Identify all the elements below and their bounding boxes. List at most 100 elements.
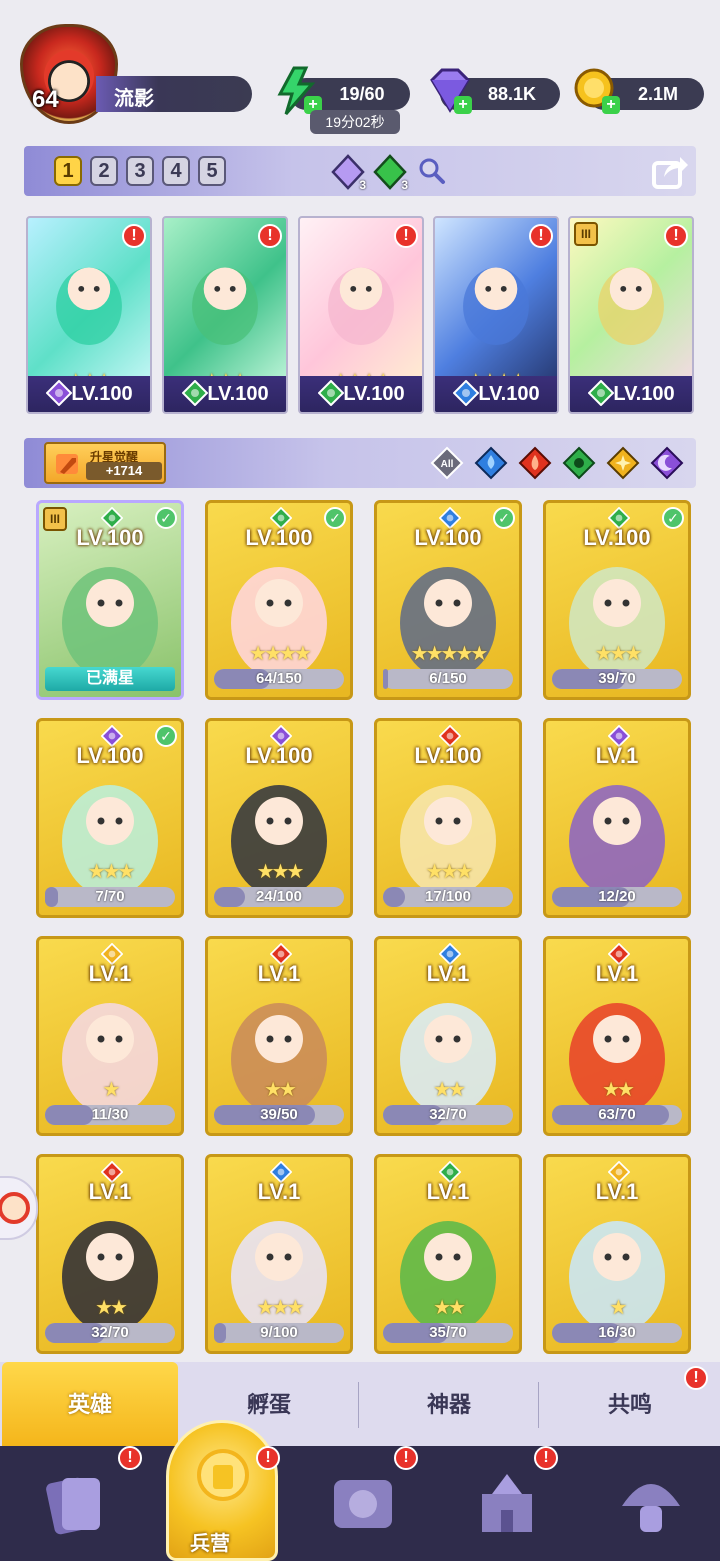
filter-water-icon[interactable] <box>474 446 508 480</box>
fragment-count: 32/70 <box>91 1324 129 1341</box>
hero-card[interactable]: ✓ LV.100 ★★★★★ 6/150 <box>374 500 522 700</box>
tab-heroes[interactable]: 英雄 <box>2 1362 178 1448</box>
hero-stars: ★★★ <box>594 643 643 665</box>
lineup-hero-card[interactable]: ! ★★★ LV.100 <box>162 216 288 414</box>
blue-element-icon <box>452 379 480 407</box>
energy-timer: 19分02秒 <box>310 110 400 134</box>
filter-light-icon[interactable] <box>606 446 640 480</box>
hero-alert-badge: ! <box>664 224 688 248</box>
hero-alert-badge: ! <box>122 224 146 248</box>
hero-alert-badge: ! <box>258 224 282 248</box>
hero-card[interactable]: ✓ LV.100 ★★★ 39/70 <box>543 500 691 700</box>
fragment-progress: 63/70 <box>552 1105 682 1125</box>
hero-card[interactable]: LV.100 ★★★ 24/100 <box>205 718 353 918</box>
sword-icon <box>56 454 78 474</box>
filter-nature-icon[interactable] <box>562 446 596 480</box>
hero-level: LV.1 <box>257 961 301 986</box>
team-bar: 1 2 3 4 5 3 3 <box>24 146 696 196</box>
team-tab-5[interactable]: 5 <box>198 156 226 186</box>
fragment-count: 63/70 <box>598 1106 636 1123</box>
hero-level: LV.1 <box>426 961 470 986</box>
fragment-progress: 35/70 <box>383 1323 513 1343</box>
hero-level: LV.1 <box>595 961 639 986</box>
hero-stars: ★★ <box>433 1079 466 1101</box>
team-tab-4[interactable]: 4 <box>162 156 190 186</box>
green-gem-slot[interactable]: 3 <box>372 154 408 192</box>
hero-card[interactable]: LV.100 ★★★ 17/100 <box>374 718 522 918</box>
hero-card[interactable]: LV.1 ★ 11/30 <box>36 936 184 1136</box>
fragment-count: 6/150 <box>429 670 467 687</box>
hero-card[interactable]: LV.1 ★★ 39/50 <box>205 936 353 1136</box>
nav-quests[interactable]: ! <box>288 1446 432 1561</box>
hero-card[interactable]: ✓ III LV.100 已满星 <box>36 500 184 700</box>
awaken-count: +1714 <box>86 462 162 480</box>
fragment-count: 24/100 <box>256 888 302 905</box>
filter-all-label: All <box>441 459 454 470</box>
side-helper-avatar[interactable] <box>0 1176 38 1240</box>
fragment-progress: 9/100 <box>214 1323 344 1343</box>
gold-counter[interactable]: + 2.1M <box>574 68 704 114</box>
hero-portrait <box>62 567 158 679</box>
filter-fire-icon[interactable] <box>518 446 552 480</box>
fragment-count: 9/100 <box>260 1324 298 1341</box>
helper-face-icon <box>0 1192 30 1224</box>
add-gold-icon[interactable]: + <box>602 96 620 114</box>
player-level: 64 <box>32 86 59 113</box>
add-gems-icon[interactable]: + <box>454 96 472 114</box>
gem-counter[interactable]: + 88.1K <box>430 68 560 114</box>
castle-icon <box>482 1474 532 1532</box>
hero-level: LV.100 <box>76 525 144 550</box>
hero-level: LV.1 <box>595 743 639 768</box>
lineup-hero-card[interactable]: III ! LV.100 <box>568 216 694 414</box>
lineup-hero-card[interactable]: ! ★★★ LV.100 <box>26 216 152 414</box>
awaken-button[interactable]: 升星觉醒 +1714 <box>44 442 166 484</box>
hero-card[interactable]: LV.1 ★★★ 9/100 <box>205 1154 353 1354</box>
fragment-count: 39/50 <box>260 1106 298 1123</box>
player-name-plate: 流影 <box>96 76 252 112</box>
gold-value: 2.1M <box>637 83 679 104</box>
lineup-hero-card[interactable]: ! ★★★★ LV.100 <box>298 216 424 414</box>
fragment-progress: 24/100 <box>214 887 344 907</box>
nav-mushroom[interactable] <box>576 1446 720 1561</box>
hero-stars: ★★ <box>602 1079 635 1101</box>
hero-stars: ★★★ <box>256 861 305 883</box>
hero-card[interactable]: LV.1 ★★ 63/70 <box>543 936 691 1136</box>
hero-card[interactable]: LV.1 ★★ 32/70 <box>36 1154 184 1354</box>
zoom-icon[interactable] <box>416 155 446 185</box>
fragment-count: 12/20 <box>598 888 636 905</box>
hero-stars: ★★ <box>433 1297 466 1319</box>
team-tab-2[interactable]: 2 <box>90 156 118 186</box>
filter-all-icon[interactable]: All <box>430 446 464 480</box>
energy-value: 19/60 <box>339 83 385 104</box>
nav-cards[interactable]: ! <box>0 1446 144 1561</box>
hero-card[interactable]: LV.1 ★ 16/30 <box>543 1154 691 1354</box>
hero-card[interactable]: ✓ LV.100 ★★★★ 64/150 <box>205 500 353 700</box>
share-icon[interactable] <box>650 151 690 191</box>
fragment-count: 7/70 <box>95 888 125 905</box>
hero-card[interactable]: LV.1 ★★ 35/70 <box>374 1154 522 1354</box>
castle-alert-badge: ! <box>534 1446 558 1470</box>
purple-gem-count: 3 <box>359 178 366 192</box>
hero-card[interactable]: ✓ LV.100 ★★★ 7/70 <box>36 718 184 918</box>
bottom-nav: ! ! ! <box>0 1446 720 1561</box>
fragment-count: 16/30 <box>598 1324 636 1341</box>
fragment-count: 35/70 <box>429 1324 467 1341</box>
purple-gem-slot[interactable]: 3 <box>330 154 366 192</box>
fragment-count: 11/30 <box>91 1106 129 1123</box>
fragment-progress-fill <box>383 887 406 907</box>
fragment-count: 32/70 <box>429 1106 467 1123</box>
lineup-hero-card[interactable]: ! ★★★★ LV.100 <box>433 216 559 414</box>
team-tab-3[interactable]: 3 <box>126 156 154 186</box>
hero-card[interactable]: LV.1 12/20 <box>543 718 691 918</box>
team-tab-1[interactable]: 1 <box>54 156 82 186</box>
hero-card[interactable]: LV.1 ★★ 32/70 <box>374 936 522 1136</box>
energy-counter[interactable]: + 19/60 <box>277 66 410 115</box>
tab-artifacts[interactable]: 神器 <box>360 1362 538 1448</box>
fragment-progress: 7/70 <box>45 887 175 907</box>
filter-dark-icon[interactable] <box>650 446 684 480</box>
cards-icon <box>46 1477 100 1535</box>
hero-level: LV.1 <box>88 1179 132 1204</box>
nav-barracks-label: 兵营 <box>190 1533 230 1555</box>
nav-castle[interactable]: ! <box>432 1446 576 1561</box>
hero-stars: ★★★★★ <box>410 643 489 665</box>
